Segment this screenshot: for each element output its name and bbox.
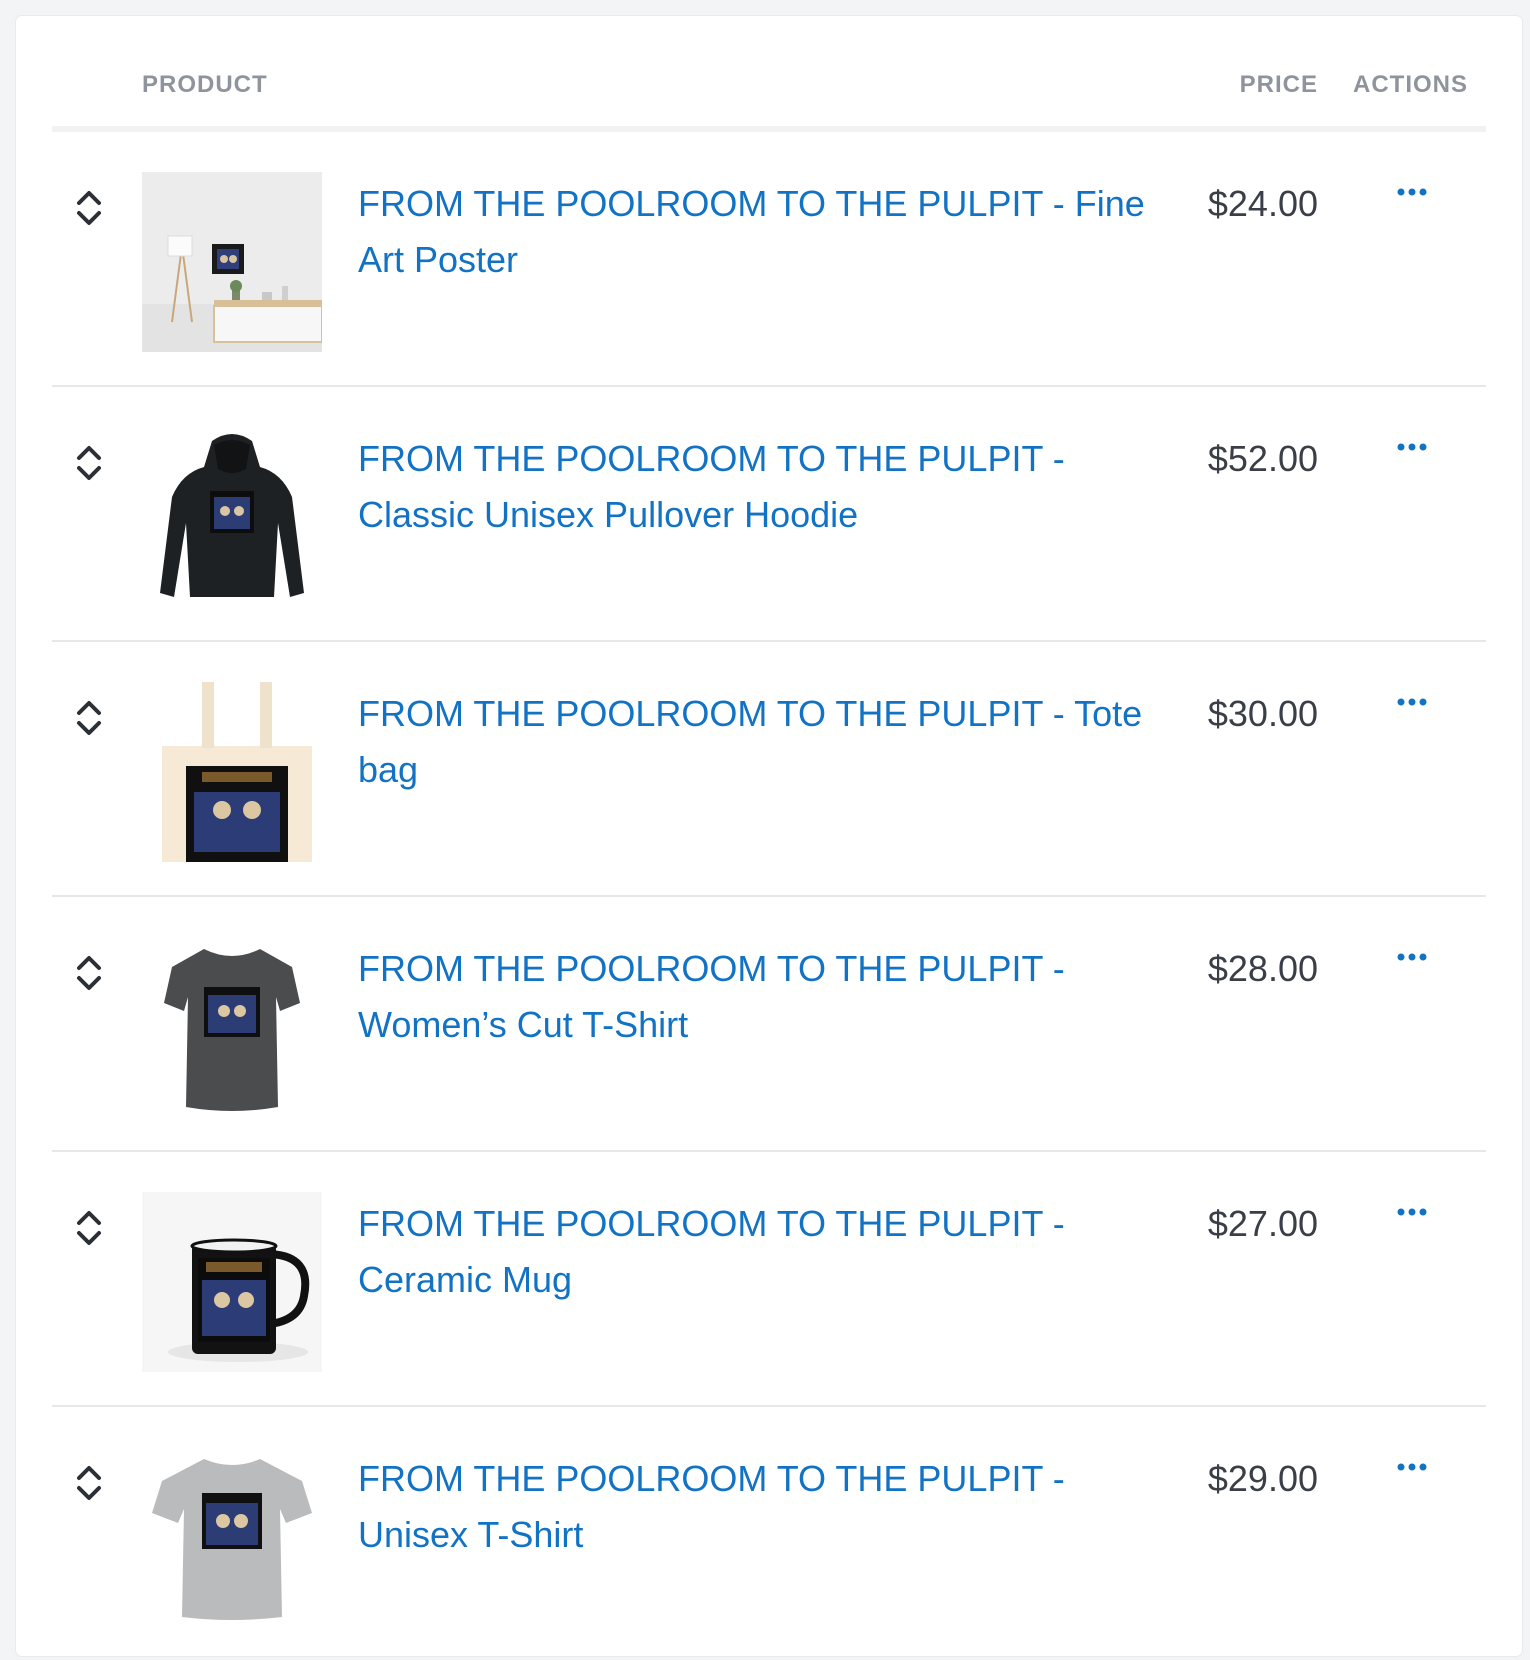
table-row: FROM THE POOLROOM TO THE PULPIT - Tote b… — [52, 642, 1486, 897]
product-price: $29.00 — [1207, 1458, 1318, 1499]
product-image-womens-tshirt — [142, 937, 322, 1117]
product-image-tote-bag — [142, 682, 322, 862]
product-price: $28.00 — [1207, 948, 1318, 989]
sort-handle-icon[interactable] — [72, 184, 106, 232]
column-header-product: PRODUCT — [142, 71, 268, 98]
more-options-icon[interactable] — [1394, 435, 1430, 459]
sort-handle-icon[interactable] — [72, 949, 106, 997]
table-row: FROM THE POOLROOM TO THE PULPIT - Unisex… — [52, 1407, 1486, 1660]
product-name-link[interactable]: FROM THE POOLROOM TO THE PULPIT - Unisex… — [358, 1451, 1148, 1563]
product-name-link[interactable]: FROM THE POOLROOM TO THE PULPIT - Cerami… — [358, 1196, 1148, 1308]
sort-handle-icon[interactable] — [72, 1459, 106, 1507]
column-header-actions: ACTIONS — [1353, 71, 1468, 98]
table-header: PRODUCT PRICE ACTIONS — [52, 16, 1486, 132]
product-name-link[interactable]: FROM THE POOLROOM TO THE PULPIT - Tote b… — [358, 686, 1148, 798]
product-image-poster — [142, 172, 322, 352]
product-name-link[interactable]: FROM THE POOLROOM TO THE PULPIT - Classi… — [358, 431, 1148, 543]
more-options-icon[interactable] — [1394, 1455, 1430, 1479]
product-image-unisex-tshirt — [142, 1447, 322, 1627]
product-image-mug — [142, 1192, 322, 1372]
sort-handle-icon[interactable] — [72, 694, 106, 742]
product-price: $52.00 — [1207, 438, 1318, 479]
more-options-icon[interactable] — [1394, 1200, 1430, 1224]
sort-handle-icon[interactable] — [72, 1204, 106, 1252]
table-row: FROM THE POOLROOM TO THE PULPIT - Classi… — [52, 387, 1486, 642]
product-price: $30.00 — [1207, 693, 1318, 734]
product-name-link[interactable]: FROM THE POOLROOM TO THE PULPIT - Women’… — [358, 941, 1148, 1053]
product-image-hoodie — [142, 427, 322, 607]
products-card: PRODUCT PRICE ACTIONS FROM THE POOLROOM … — [16, 16, 1522, 1656]
table-row: FROM THE POOLROOM TO THE PULPIT - Cerami… — [52, 1152, 1486, 1407]
products-table: PRODUCT PRICE ACTIONS FROM THE POOLROOM … — [52, 16, 1486, 1660]
more-options-icon[interactable] — [1394, 690, 1430, 714]
more-options-icon[interactable] — [1394, 180, 1430, 204]
product-price: $27.00 — [1207, 1203, 1318, 1244]
column-header-price: PRICE — [1239, 71, 1318, 98]
product-name-link[interactable]: FROM THE POOLROOM TO THE PULPIT - Fine A… — [358, 176, 1148, 288]
sort-handle-icon[interactable] — [72, 439, 106, 487]
table-row: FROM THE POOLROOM TO THE PULPIT - Fine A… — [52, 132, 1486, 387]
table-row: FROM THE POOLROOM TO THE PULPIT - Women’… — [52, 897, 1486, 1152]
more-options-icon[interactable] — [1394, 945, 1430, 969]
product-price: $24.00 — [1207, 183, 1318, 224]
